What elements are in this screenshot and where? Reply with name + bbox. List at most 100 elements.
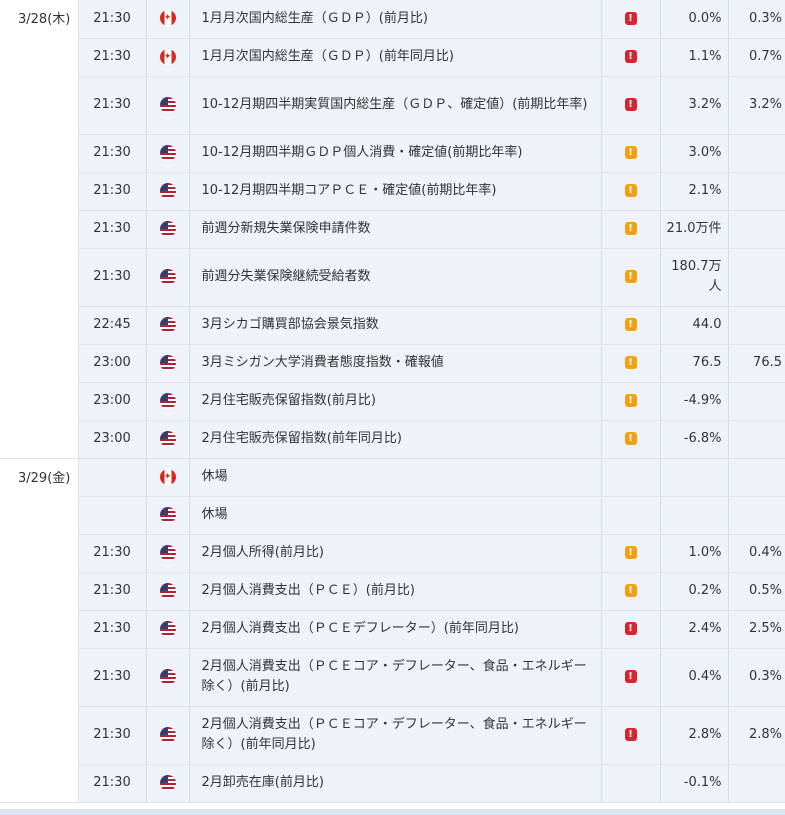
us-flag-icon [159, 582, 176, 599]
calendar-row: 21:30 前週分失業保険継続受給者数! 180.7万人 [0, 248, 785, 307]
time-cell: 21:30 [78, 134, 146, 173]
forecast-value-cell: 2.5% [728, 610, 785, 649]
previous-value-cell [660, 496, 729, 535]
country-cell [145, 648, 190, 707]
country-cell [145, 344, 190, 383]
importance-cell: ! [601, 210, 661, 249]
forecast-value-cell: 0.3% [728, 648, 785, 707]
importance-cell: ! [601, 38, 661, 77]
event-name: 10-12月期四半期実質国内総生産（ＧＤＰ、確定値）(前期比年率) [201, 97, 588, 112]
country-cell [145, 706, 190, 765]
forecast-value-cell: 76.5 [728, 344, 785, 383]
high-importance-icon: ! [624, 622, 637, 635]
forecast-value-cell [728, 134, 785, 173]
us-flag-icon [159, 620, 176, 637]
importance-cell: ! [601, 648, 661, 707]
event-name-cell: 1月月次国内総生産（ＧＤＰ）(前年同月比) [189, 38, 602, 77]
forecast-value-cell: 3.2% [728, 76, 785, 135]
calendar-row: 21:30 10-12月期四半期実質国内総生産（ＧＤＰ、確定値）(前期比年率)! 3… [0, 76, 785, 135]
event-name-cell: 2月個人所得(前月比) [189, 534, 602, 573]
importance-cell: ! [601, 344, 661, 383]
calendar-row: 21:30 2月個人消費支出（ＰＣＥ）(前月比)! 0.2% 0.5% [0, 572, 785, 611]
event-name: 2月卸売在庫(前月比) [201, 775, 324, 790]
medium-importance-icon: ! [624, 270, 637, 283]
event-name-cell: 2月個人消費支出（ＰＣＥ）(前月比) [189, 572, 602, 611]
event-name-cell: 2月個人消費支出（ＰＣＥデフレーター）(前年同月比) [189, 610, 602, 649]
date-label: 3/28(木) [18, 12, 71, 27]
event-name: 2月個人消費支出（ＰＣＥ）(前月比) [201, 583, 415, 598]
time-cell [78, 496, 146, 535]
country-cell [145, 496, 190, 535]
country-cell [145, 210, 190, 249]
importance-cell: ! [601, 610, 661, 649]
event-name: 1月月次国内総生産（ＧＤＰ）(前年同月比) [201, 49, 454, 64]
time-cell: 21:30 [78, 0, 146, 39]
medium-importance-icon: ! [624, 394, 637, 407]
us-flag-icon [159, 316, 176, 333]
event-name-cell: 10-12月期四半期実質国内総生産（ＧＤＰ、確定値）(前期比年率) [189, 76, 602, 135]
medium-importance-icon: ! [624, 546, 637, 559]
event-name: 2月個人消費支出（ＰＣＥコア・デフレーター、食品・エネルギー除く）(前月比) [201, 659, 587, 694]
calendar-row: 21:30 2月個人所得(前月比)! 1.0% 0.4% [0, 534, 785, 573]
event-name-cell: 2月個人消費支出（ＰＣＥコア・デフレーター、食品・エネルギー除く）(前月比) [189, 648, 602, 707]
previous-value-cell: 0.4% [660, 648, 729, 707]
previous-value-cell: 44.0 [660, 306, 729, 345]
time-cell: 23:00 [78, 344, 146, 383]
event-name-cell: 3月シカゴ購買部協会景気指数 [189, 306, 602, 345]
time-cell [78, 457, 146, 497]
forecast-value-cell [728, 210, 785, 249]
us-flag-icon [159, 506, 176, 523]
event-name: 3月ミシガン大学消費者態度指数・確報値 [201, 355, 444, 370]
medium-importance-icon: ! [624, 184, 637, 197]
previous-value-cell: 0.0% [660, 0, 729, 39]
forecast-value-cell [728, 382, 785, 421]
us-flag-icon [159, 354, 176, 371]
calendar-row: 21:30 10-12月期四半期ＧＤＰ個人消費・確定値(前期比年率)! 3.0% [0, 134, 785, 173]
previous-value-cell: -6.8% [660, 420, 729, 459]
importance-cell: ! [601, 134, 661, 173]
high-importance-icon: ! [624, 98, 637, 111]
calendar-row: 3/28(木) 21:30 1月月次国内総生産（ＧＤＰ）(前月比)! 0.0%0.3% [0, 0, 785, 459]
forecast-value-cell [728, 764, 785, 803]
us-flag-icon [159, 392, 176, 409]
calendar-row: 3/29(金) 休場 [0, 457, 785, 803]
event-name: 3月シカゴ購買部協会景気指数 [201, 317, 379, 332]
event-name: 前週分新規失業保険申請件数 [201, 221, 371, 236]
previous-value-cell: 2.8% [660, 706, 729, 765]
previous-value-cell: -4.9% [660, 382, 729, 421]
calendar-row: 21:30 前週分新規失業保険申請件数! 21.0万件 [0, 210, 785, 249]
calendar-row: 23:00 2月住宅販売保留指数(前月比)! -4.9% [0, 382, 785, 421]
canada-flag-icon [159, 468, 176, 485]
forecast-value-cell [728, 420, 785, 459]
forecast-value-cell [728, 172, 785, 211]
us-flag-icon [159, 96, 176, 113]
country-cell [145, 534, 190, 573]
event-name: 2月個人所得(前月比) [201, 545, 324, 560]
calendar-row: 21:30 10-12月期四半期コアＰＣＥ・確定値(前期比年率)! 2.1% [0, 172, 785, 211]
medium-importance-icon: ! [624, 222, 637, 235]
calendar-row: 休場 [0, 496, 785, 535]
importance-cell: ! [601, 382, 661, 421]
calendar-row: 21:30 2月個人消費支出（ＰＣＥコア・デフレーター、食品・エネルギー除く）(前… [0, 648, 785, 707]
us-flag-icon [159, 668, 176, 685]
country-cell [145, 382, 190, 421]
forecast-value-cell [728, 457, 785, 497]
date-cell: 3/29(金) [0, 457, 79, 803]
time-cell: 21:30 [78, 764, 146, 803]
event-name-cell: 2月住宅販売保留指数(前年同月比) [189, 420, 602, 459]
event-name-cell: 前週分新規失業保険申請件数 [189, 210, 602, 249]
calendar-row: 21:30 2月卸売在庫(前月比) -0.1% [0, 764, 785, 803]
high-importance-icon: ! [624, 11, 637, 25]
medium-importance-icon: ! [624, 432, 637, 445]
calendar-row: 23:00 3月ミシガン大学消費者態度指数・確報値! 76.5 76.5 [0, 344, 785, 383]
time-cell: 21:30 [78, 38, 146, 77]
previous-value-cell: 180.7万人 [660, 248, 729, 307]
event-name-cell: 10-12月期四半期コアＰＣＥ・確定値(前期比年率) [189, 172, 602, 211]
previous-value-cell: -0.1% [660, 764, 729, 803]
event-name: 10-12月期四半期ＧＤＰ個人消費・確定値(前期比年率) [201, 145, 523, 160]
time-cell: 21:30 [78, 76, 146, 135]
country-cell [145, 610, 190, 649]
calendar-row: 21:30 2月個人消費支出（ＰＣＥデフレーター）(前年同月比)! 2.4% 2.5% [0, 610, 785, 649]
event-name-cell: 休場 [189, 496, 602, 535]
event-name: 2月住宅販売保留指数(前年同月比) [201, 431, 402, 446]
